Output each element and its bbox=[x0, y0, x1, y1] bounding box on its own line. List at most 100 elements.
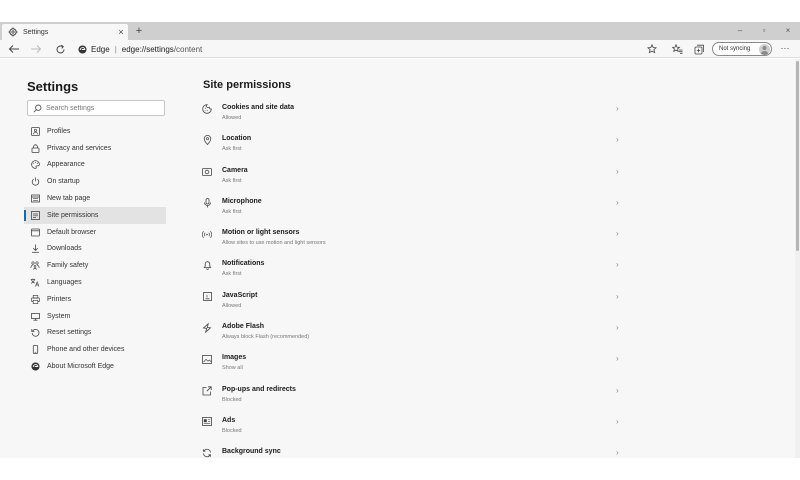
download-icon bbox=[30, 244, 40, 254]
bell-icon bbox=[202, 260, 212, 271]
permission-javascript[interactable]: JavaScript Allowed › bbox=[202, 290, 632, 321]
image-icon bbox=[202, 354, 212, 364]
sidebar-item-label: Languages bbox=[47, 279, 82, 287]
sidebar-item-site-permissions[interactable]: Site permissions bbox=[24, 206, 166, 224]
refresh-button[interactable] bbox=[52, 41, 68, 57]
chevron-right-icon: › bbox=[616, 260, 619, 270]
sidebar-item-family-safety[interactable]: Family safety bbox=[24, 257, 166, 274]
permission-title: Adobe Flash bbox=[222, 323, 265, 331]
chevron-right-icon: › bbox=[616, 416, 619, 426]
sidebar-item-languages[interactable]: Languages bbox=[24, 274, 166, 291]
avatar-icon bbox=[759, 43, 770, 55]
permission-status: Ask first bbox=[222, 177, 242, 184]
sidebar-item-about-edge[interactable]: About Microsoft Edge bbox=[24, 358, 166, 375]
sidebar-item-phone-devices[interactable]: Phone and other devices bbox=[24, 341, 166, 358]
back-button[interactable] bbox=[6, 41, 22, 57]
gear-icon bbox=[8, 27, 18, 37]
sensor-icon bbox=[202, 229, 212, 239]
sync-status-label: Not syncing bbox=[719, 46, 751, 52]
sidebar-item-printers[interactable]: Printers bbox=[24, 291, 166, 308]
vertical-scrollbar[interactable] bbox=[795, 59, 800, 458]
permission-status: Blocked bbox=[222, 396, 242, 403]
sidebar-item-privacy[interactable]: Privacy and services bbox=[24, 140, 166, 157]
sidebar-item-system[interactable]: System bbox=[24, 308, 166, 325]
permission-motion-sensors[interactable]: Motion or light sensors Allow sites to u… bbox=[202, 227, 632, 258]
microphone-icon bbox=[202, 197, 212, 208]
permission-images[interactable]: Images Show all › bbox=[202, 352, 632, 383]
scrollbar-thumb[interactable] bbox=[796, 61, 799, 251]
sidebar-item-label: New tab page bbox=[47, 195, 91, 203]
permission-notifications[interactable]: Notifications Ask first › bbox=[202, 258, 632, 289]
lock-icon bbox=[30, 143, 40, 153]
search-box[interactable] bbox=[27, 100, 165, 116]
chevron-right-icon: › bbox=[616, 166, 619, 176]
permission-status: Show all bbox=[222, 365, 243, 372]
edge-logo-icon bbox=[30, 362, 40, 372]
sidebar-item-label: System bbox=[47, 312, 71, 320]
permissions-list: Cookies and site data Allowed › Location… bbox=[202, 102, 632, 478]
permission-status: Blocked bbox=[222, 427, 242, 434]
chevron-right-icon: › bbox=[616, 323, 619, 333]
favorites-button[interactable] bbox=[670, 42, 684, 56]
sidebar-item-default-browser[interactable]: Default browser bbox=[24, 224, 166, 241]
permission-cookies[interactable]: Cookies and site data Allowed › bbox=[202, 102, 632, 133]
chevron-right-icon: › bbox=[616, 385, 619, 395]
permission-title: Images bbox=[222, 354, 247, 362]
permission-adobe-flash[interactable]: Adobe Flash Always block Flash (recommen… bbox=[202, 321, 632, 352]
permission-popups[interactable]: Pop-ups and redirects Blocked › bbox=[202, 384, 632, 415]
sidebar-item-label: Appearance bbox=[47, 161, 85, 169]
sidebar-item-new-tab-page[interactable]: New tab page bbox=[24, 190, 166, 207]
page-title: Site permissions bbox=[203, 79, 292, 91]
forward-button[interactable] bbox=[28, 41, 44, 57]
permission-title: JavaScript bbox=[222, 291, 258, 299]
sidebar-title: Settings bbox=[27, 79, 79, 94]
sidebar-item-downloads[interactable]: Downloads bbox=[24, 241, 166, 258]
top-margin bbox=[0, 0, 800, 22]
chevron-right-icon: › bbox=[616, 291, 619, 301]
collections-icon bbox=[694, 44, 704, 54]
more-options-button[interactable]: ··· bbox=[778, 42, 792, 56]
close-window-button[interactable]: × bbox=[776, 22, 800, 40]
sidebar-item-label: Privacy and services bbox=[47, 144, 112, 152]
sidebar-item-label: About Microsoft Edge bbox=[47, 363, 114, 371]
sidebar-item-profiles[interactable]: Profiles bbox=[24, 123, 166, 140]
search-input[interactable] bbox=[46, 104, 156, 112]
collections-button[interactable] bbox=[692, 42, 706, 56]
permission-microphone[interactable]: Microphone Ask first › bbox=[202, 196, 632, 227]
profile-sync-button[interactable]: Not syncing bbox=[712, 42, 772, 56]
permission-title: Motion or light sensors bbox=[222, 229, 300, 237]
minimize-button[interactable]: – bbox=[728, 22, 752, 40]
sidebar-item-appearance[interactable]: Appearance bbox=[24, 157, 166, 174]
sidebar-nav: Profiles Privacy and services Appearance… bbox=[24, 123, 166, 375]
sidebar-item-label: On startup bbox=[47, 178, 80, 186]
permission-status: Ask first bbox=[222, 271, 242, 278]
favorites-icon bbox=[671, 44, 682, 54]
url-path: /content bbox=[173, 44, 203, 54]
favorite-star-button[interactable] bbox=[645, 42, 659, 56]
refresh-icon bbox=[56, 44, 64, 53]
new-tab-button[interactable]: + bbox=[132, 23, 146, 39]
tab-settings[interactable]: Settings × bbox=[2, 24, 128, 40]
camera-icon bbox=[202, 167, 212, 177]
sidebar-item-label: Reset settings bbox=[47, 329, 92, 337]
permission-title: Microphone bbox=[222, 197, 262, 205]
flash-icon bbox=[202, 323, 212, 334]
chevron-right-icon: › bbox=[616, 354, 619, 364]
power-icon bbox=[30, 177, 40, 187]
permission-camera[interactable]: Camera Ask first › bbox=[202, 165, 632, 196]
sidebar-item-on-startup[interactable]: On startup bbox=[24, 173, 166, 190]
location-icon bbox=[202, 135, 212, 146]
close-tab-icon[interactable]: × bbox=[114, 25, 128, 39]
sidebar-item-label: Profiles bbox=[47, 127, 71, 135]
permission-title: Background sync bbox=[222, 448, 281, 456]
chevron-right-icon: › bbox=[616, 448, 619, 458]
permission-location[interactable]: Location Ask first › bbox=[202, 133, 632, 164]
permission-ads[interactable]: Ads Blocked › bbox=[202, 415, 632, 446]
sidebar-item-label: Site permissions bbox=[47, 211, 99, 219]
permission-status: Allowed bbox=[222, 115, 242, 121]
permission-status: Allow sites to use motion and light sens… bbox=[222, 240, 326, 247]
family-icon bbox=[30, 261, 40, 271]
maximize-button[interactable]: ▫ bbox=[752, 22, 776, 40]
address-input[interactable]: Edge | edge://settings/content bbox=[78, 42, 668, 56]
sidebar-item-reset-settings[interactable]: Reset settings bbox=[24, 325, 166, 342]
